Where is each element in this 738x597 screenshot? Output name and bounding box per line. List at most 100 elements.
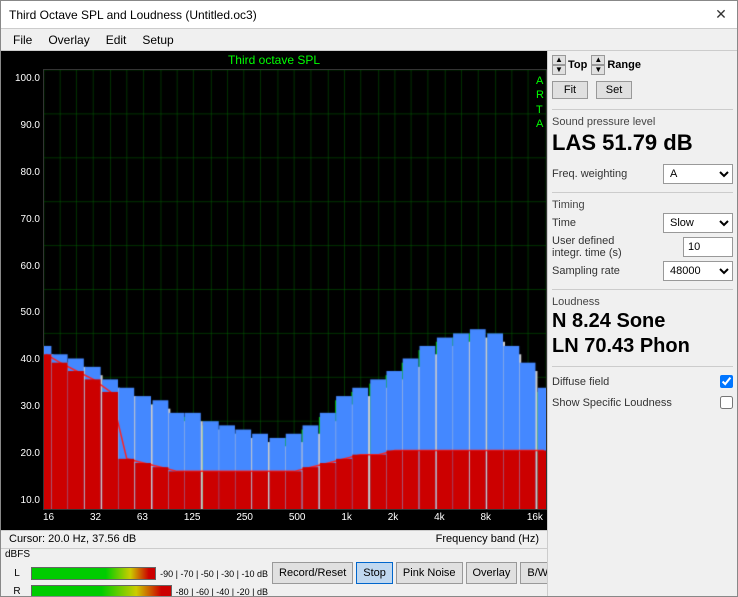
x-label-8: 4k xyxy=(434,512,445,528)
R-meter xyxy=(31,585,172,596)
dbfs-row-L: L -90 | -70 | -50 | -30 | -10 dB xyxy=(5,566,268,582)
x-label-1: 32 xyxy=(90,512,101,528)
y-label-2: 80.0 xyxy=(21,167,43,178)
range-control-group: ▲ ▼ Range xyxy=(591,55,641,75)
ln-value: LN 70.43 Phon xyxy=(552,335,733,358)
y-label-5: 50.0 xyxy=(21,307,43,318)
range-down-button[interactable]: ▼ xyxy=(591,65,605,75)
user-defined-input[interactable] xyxy=(683,237,733,257)
menu-overlay[interactable]: Overlay xyxy=(40,31,97,49)
range-spinners: ▲ ▼ xyxy=(591,55,605,75)
x-axis: 16 32 63 125 250 500 1k 2k 4k 8k 16k xyxy=(1,510,547,530)
x-label-9: 8k xyxy=(480,512,491,528)
chart-canvas xyxy=(44,70,546,509)
top-range-controls: ▲ ▼ Top ▲ ▼ Range xyxy=(552,55,733,75)
divider-1 xyxy=(552,109,733,110)
menu-setup[interactable]: Setup xyxy=(134,31,181,49)
y-label-3: 70.0 xyxy=(21,214,43,225)
sampling-rate-select[interactable]: 441004800096000 xyxy=(663,261,733,281)
top-control-group: ▲ ▼ Top xyxy=(552,55,587,75)
user-defined-label: User definedintegr. time (s) xyxy=(552,235,622,259)
bw-button[interactable]: B/W xyxy=(520,562,547,584)
divider-4 xyxy=(552,366,733,367)
x-label-2: 63 xyxy=(137,512,148,528)
freq-weighting-select[interactable]: ABCZ xyxy=(663,164,733,184)
top-label: Top xyxy=(568,59,587,71)
n-value: N 8.24 Sone xyxy=(552,310,733,333)
diffuse-field-checkbox[interactable] xyxy=(720,375,733,388)
L-ticks: -90 | -70 | -50 | -30 | -10 dB xyxy=(160,569,268,579)
divider-3 xyxy=(552,289,733,290)
x-label-7: 2k xyxy=(388,512,399,528)
freq-weighting-row: Freq. weighting ABCZ xyxy=(552,164,733,184)
chart-plot: ARTA xyxy=(43,69,547,510)
menu-edit[interactable]: Edit xyxy=(98,31,135,49)
show-specific-row: Show Specific Loudness xyxy=(552,396,733,409)
timing-label: Timing xyxy=(552,199,733,211)
time-row: Time SlowFastImpulse xyxy=(552,213,733,233)
menu-file[interactable]: File xyxy=(5,31,40,49)
y-label-1: 90.0 xyxy=(21,120,43,131)
x-label-0: 16 xyxy=(43,512,54,528)
diffuse-field-label: Diffuse field xyxy=(552,376,609,388)
loudness-section: Loudness N 8.24 Sone LN 70.43 Phon xyxy=(552,296,733,360)
timing-section: Timing Time SlowFastImpulse User defined… xyxy=(552,199,733,283)
record-reset-button[interactable]: Record/Reset xyxy=(272,562,353,584)
top-up-button[interactable]: ▲ xyxy=(552,55,566,65)
y-label-9: 10.0 xyxy=(21,495,43,506)
user-defined-row: User definedintegr. time (s) xyxy=(552,235,733,259)
sampling-rate-label: Sampling rate xyxy=(552,265,620,277)
right-panel: ▲ ▼ Top ▲ ▼ Range Fit Set xyxy=(547,51,737,596)
stop-button[interactable]: Stop xyxy=(356,562,393,584)
freq-weighting-label: Freq. weighting xyxy=(552,168,627,180)
x-label-3: 125 xyxy=(184,512,201,528)
spl-label: Sound pressure level xyxy=(552,116,733,128)
L-meter xyxy=(31,567,156,580)
cursor-info: Cursor: 20.0 Hz, 37.56 dB xyxy=(9,533,136,546)
y-label-8: 20.0 xyxy=(21,448,43,459)
bottom-bar: dBFS L -90 | -70 | -50 | -30 | -10 dB R … xyxy=(1,548,547,596)
L-label: L xyxy=(5,568,29,579)
dbfs-section: dBFS L -90 | -70 | -50 | -30 | -10 dB R … xyxy=(5,546,268,597)
spl-value: LAS 51.79 dB xyxy=(552,130,733,156)
y-axis: 100.0 90.0 80.0 70.0 60.0 50.0 40.0 30.0… xyxy=(1,69,43,510)
top-down-button[interactable]: ▼ xyxy=(552,65,566,75)
chart-title: Third octave SPL xyxy=(1,51,547,69)
chart-area: Third octave SPL 100.0 90.0 80.0 70.0 60… xyxy=(1,51,547,596)
top-spinners: ▲ ▼ xyxy=(552,55,566,75)
spl-section: Sound pressure level LAS 51.79 dB xyxy=(552,116,733,158)
arta-label: ARTA xyxy=(536,74,544,131)
diffuse-field-row: Diffuse field xyxy=(552,375,733,388)
dbfs-title: dBFS xyxy=(5,549,29,560)
y-label-0: 100.0 xyxy=(15,73,43,84)
set-button[interactable]: Set xyxy=(596,81,632,99)
time-select[interactable]: SlowFastImpulse xyxy=(663,213,733,233)
close-button[interactable]: ✕ xyxy=(713,7,729,23)
R-ticks: -80 | -60 | -40 | -20 | dB xyxy=(176,587,268,597)
time-label: Time xyxy=(552,217,576,229)
sampling-rate-row: Sampling rate 441004800096000 xyxy=(552,261,733,281)
loudness-label: Loudness xyxy=(552,296,733,308)
x-label-4: 250 xyxy=(236,512,253,528)
R-label: R xyxy=(5,586,29,596)
freq-band-label: Frequency band (Hz) xyxy=(436,533,539,546)
main-window: Third Octave SPL and Loudness (Untitled.… xyxy=(0,0,738,597)
x-label-5: 500 xyxy=(289,512,306,528)
overlay-button[interactable]: Overlay xyxy=(466,562,518,584)
chart-wrapper: 100.0 90.0 80.0 70.0 60.0 50.0 40.0 30.0… xyxy=(1,69,547,510)
window-title: Third Octave SPL and Loudness (Untitled.… xyxy=(9,8,257,22)
main-content: Third octave SPL 100.0 90.0 80.0 70.0 60… xyxy=(1,51,737,596)
pink-noise-button[interactable]: Pink Noise xyxy=(396,562,463,584)
x-label-10: 16k xyxy=(527,512,543,528)
range-up-button[interactable]: ▲ xyxy=(591,55,605,65)
show-specific-label: Show Specific Loudness xyxy=(552,397,672,409)
fit-button[interactable]: Fit xyxy=(552,81,588,99)
menu-bar: File Overlay Edit Setup xyxy=(1,29,737,51)
x-label-6: 1k xyxy=(341,512,352,528)
show-specific-checkbox[interactable] xyxy=(720,396,733,409)
title-bar: Third Octave SPL and Loudness (Untitled.… xyxy=(1,1,737,29)
y-label-4: 60.0 xyxy=(21,261,43,272)
y-label-7: 30.0 xyxy=(21,401,43,412)
dbfs-row-R: R -80 | -60 | -40 | -20 | dB xyxy=(5,584,268,597)
range-label: Range xyxy=(607,59,641,71)
